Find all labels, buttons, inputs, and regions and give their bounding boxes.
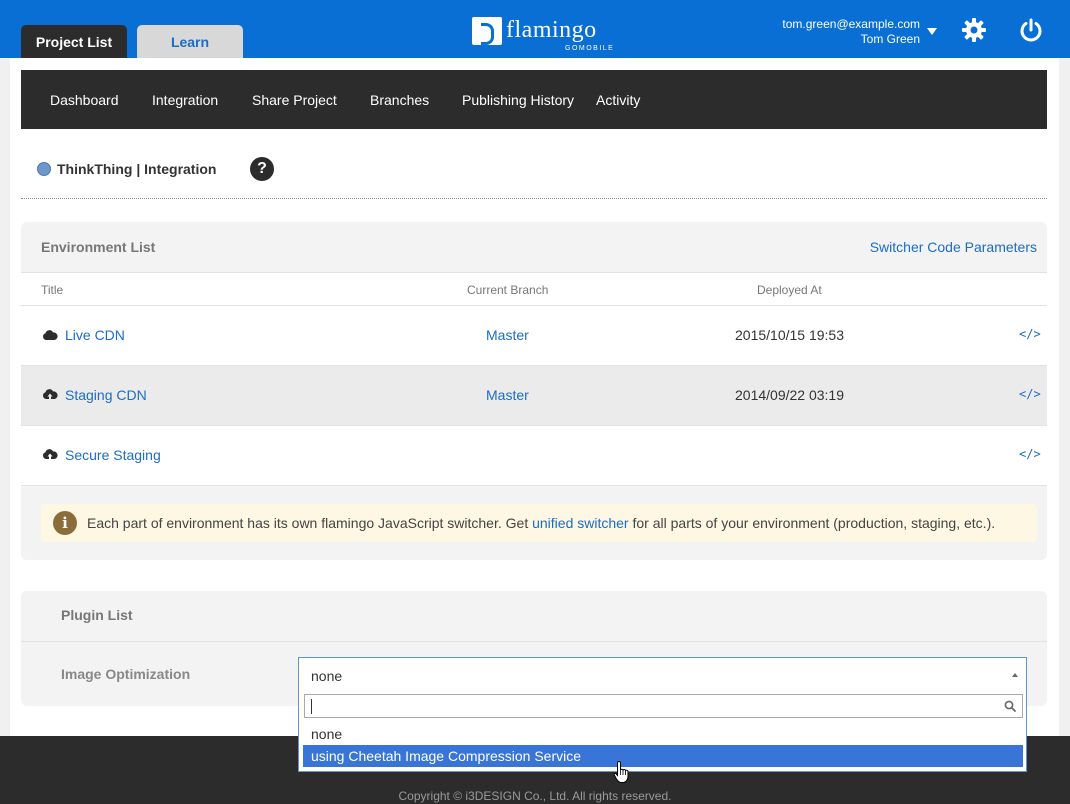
- deployed-at: 2015/10/15 19:53: [735, 327, 844, 343]
- logo-subtitle: GOMOBILE: [565, 45, 615, 52]
- environment-name-link[interactable]: Live CDN: [65, 327, 125, 343]
- environment-list-card: Environment List Switcher Code Parameter…: [21, 222, 1047, 560]
- sub-navigation: Dashboard Integration Share Project Bran…: [21, 70, 1047, 129]
- column-deployed-at: Deployed At: [757, 283, 822, 297]
- logo-word: flamingo: [506, 17, 597, 43]
- environment-name-link[interactable]: Staging CDN: [65, 387, 147, 403]
- environment-list-title: Environment List: [41, 239, 156, 255]
- branch-link[interactable]: Master: [486, 327, 529, 343]
- flamingo-logo-icon: [472, 17, 502, 45]
- select-option[interactable]: none: [303, 723, 1023, 745]
- table-header: Title Current Branch Deployed At: [21, 272, 1047, 306]
- subnav-dashboard[interactable]: Dashboard: [50, 92, 119, 108]
- cloud-icon: [43, 330, 58, 340]
- plugin-list-title: Plugin List: [61, 607, 133, 623]
- unified-switcher-link[interactable]: unified switcher: [532, 515, 629, 531]
- code-icon[interactable]: </>: [1019, 387, 1041, 401]
- gear-icon[interactable]: [961, 17, 987, 43]
- user-menu[interactable]: tom.green@example.com Tom Green: [782, 17, 920, 47]
- search-icon: [1004, 700, 1016, 712]
- notice-text: Each part of environment has its own fla…: [87, 515, 996, 531]
- table-row: Secure Staging </>: [21, 426, 1047, 486]
- help-icon[interactable]: ?: [250, 157, 274, 181]
- hand-cursor-icon: [613, 760, 629, 783]
- flamingo-logo[interactable]: flamingo GOMOBILE: [472, 15, 613, 55]
- page-title: ThinkThing | Integration: [57, 161, 217, 177]
- select-option-highlighted[interactable]: using Cheetah Image Compression Service: [303, 745, 1023, 767]
- top-bar: Project List Learn flamingo GOMOBILE tom…: [0, 0, 1070, 59]
- copyright-text: Copyright © i3DESIGN Co., Ltd. All right…: [398, 789, 672, 803]
- column-current-branch: Current Branch: [467, 283, 549, 297]
- deployed-at: 2014/09/22 03:19: [735, 387, 844, 403]
- user-name: Tom Green: [860, 32, 920, 46]
- branch-link[interactable]: Master: [486, 387, 529, 403]
- image-optimization-select[interactable]: none: [298, 657, 1027, 692]
- code-icon[interactable]: </>: [1019, 447, 1041, 461]
- dropdown-search-input[interactable]: [304, 694, 1023, 718]
- environment-name-link[interactable]: Secure Staging: [65, 447, 161, 463]
- select-dropdown: none using Cheetah Image Compression Ser…: [298, 692, 1027, 772]
- cloud-upload-icon: [43, 449, 58, 461]
- text-cursor: [311, 699, 312, 714]
- column-title: Title: [41, 283, 64, 297]
- subnav-activity[interactable]: Activity: [596, 92, 640, 108]
- cloud-upload-icon: [43, 389, 58, 401]
- code-icon[interactable]: </>: [1019, 327, 1041, 341]
- table-row: Live CDN Master 2015/10/15 19:53 </>: [21, 306, 1047, 366]
- power-icon[interactable]: [1018, 17, 1044, 43]
- subnav-integration[interactable]: Integration: [152, 92, 218, 108]
- globe-icon: [37, 162, 51, 176]
- subnav-share-project[interactable]: Share Project: [252, 92, 337, 108]
- subnav-branches[interactable]: Branches: [370, 92, 429, 108]
- tab-project-list[interactable]: Project List: [21, 25, 127, 59]
- table-row: Staging CDN Master 2014/09/22 03:19 </>: [21, 366, 1047, 426]
- dotted-divider: [21, 198, 1047, 199]
- user-email: tom.green@example.com: [782, 17, 920, 31]
- select-value: none: [311, 668, 343, 684]
- switcher-code-parameters-link[interactable]: Switcher Code Parameters: [870, 239, 1037, 255]
- tab-learn[interactable]: Learn: [137, 25, 243, 59]
- info-notice: i Each part of environment has its own f…: [41, 504, 1037, 542]
- subnav-publishing-history[interactable]: Publishing History: [462, 92, 574, 108]
- plugin-divider: [21, 641, 1047, 642]
- chevron-up-icon: [1012, 673, 1018, 677]
- info-icon: i: [53, 511, 77, 535]
- caret-down-icon[interactable]: [927, 28, 937, 35]
- image-optimization-label: Image Optimization: [61, 666, 191, 682]
- breadcrumb: ThinkThing | Integration: [37, 161, 216, 177]
